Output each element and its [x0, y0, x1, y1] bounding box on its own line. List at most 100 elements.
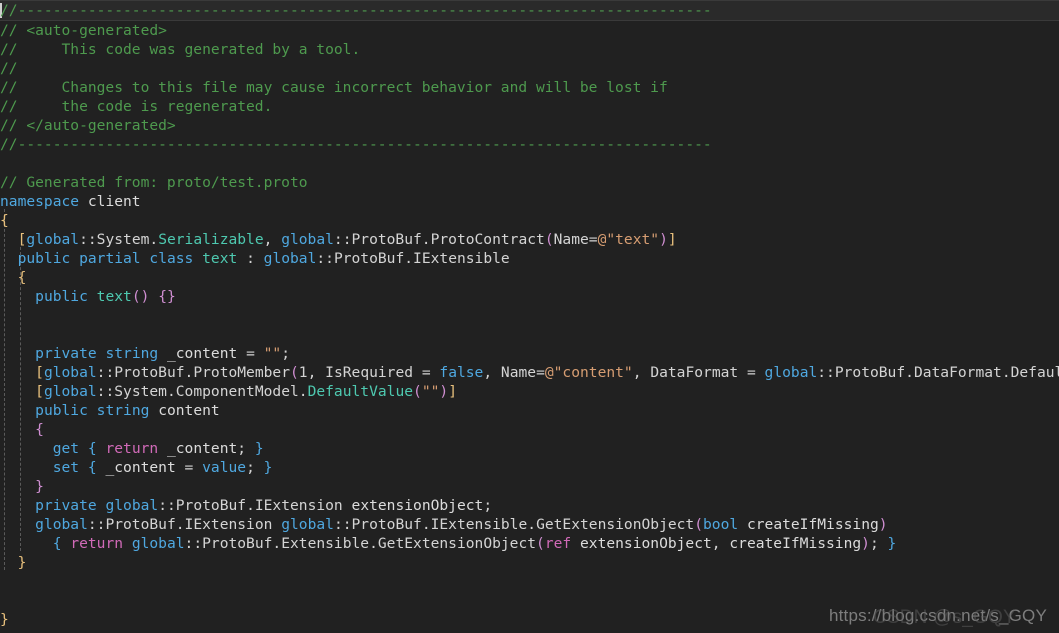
token: :: [333, 516, 352, 533]
token: { [158, 288, 168, 305]
code-line-26[interactable]: } [0, 477, 1059, 496]
token: GetExtensionObject [377, 535, 537, 552]
code-lines[interactable]: //--------------------------------------… [0, 0, 1059, 629]
code-line-32[interactable] [0, 591, 1059, 610]
token: ; [281, 345, 291, 362]
code-line-33[interactable]: } [0, 610, 1059, 629]
token: //--------------------------------------… [0, 2, 712, 19]
token: . [404, 250, 414, 267]
code-line-20[interactable]: [global::ProtoBuf.ProtoMember(1, IsRequi… [0, 363, 1059, 382]
code-line-8[interactable]: //--------------------------------------… [0, 135, 1059, 154]
code-line-3[interactable]: // This code was generated by a tool. [0, 40, 1059, 59]
code-line-24[interactable]: get { return _content; } [0, 439, 1059, 458]
token: , [307, 364, 326, 381]
code-line-18[interactable] [0, 325, 1059, 344]
token: : [237, 250, 264, 267]
token: // [0, 60, 18, 77]
code-line-16[interactable]: public text() {} [0, 287, 1059, 306]
code-line-9[interactable] [0, 154, 1059, 173]
token: ) [439, 383, 449, 400]
code-line-12[interactable]: { [0, 211, 1059, 230]
token: ( [694, 516, 704, 533]
code-line-1[interactable]: //--------------------------------------… [0, 0, 1059, 21]
code-line-4[interactable]: // [0, 59, 1059, 78]
token: set [52, 459, 80, 476]
token: partial [79, 250, 141, 267]
token: IExtensible [430, 516, 528, 533]
token: [ [35, 364, 44, 381]
token: ProtoMember [193, 364, 290, 381]
token: , [483, 364, 501, 381]
token: { [87, 459, 97, 476]
token: :: [96, 364, 115, 381]
code-line-25[interactable]: set { _content = value; } [0, 458, 1059, 477]
code-line-11[interactable]: namespace client [0, 192, 1059, 211]
token: IExtension [254, 497, 343, 514]
token: . [166, 383, 176, 400]
token: IExtension [184, 516, 273, 533]
code-line-19[interactable]: private string _content = ""; [0, 344, 1059, 363]
code-editor[interactable]: //--------------------------------------… [0, 0, 1059, 633]
code-line-2[interactable]: // <auto-generated> [0, 21, 1059, 40]
code-line-30[interactable]: } [0, 553, 1059, 572]
code-line-13[interactable]: [global::System.Serializable, global::Pr… [0, 230, 1059, 249]
token: ] [448, 383, 457, 400]
token: :: [158, 497, 176, 514]
token: createIfMissing [746, 516, 879, 533]
token: [ [35, 383, 44, 400]
token: { [35, 421, 44, 438]
token: , [263, 231, 282, 248]
code-line-22[interactable]: public string content [0, 401, 1059, 420]
token: :: [817, 364, 835, 381]
token: client [87, 193, 141, 210]
token: Extensible [281, 535, 370, 552]
token: } [263, 459, 273, 476]
token: ; [246, 459, 264, 476]
token: ComponentModel [175, 383, 299, 400]
code-line-23[interactable]: { [0, 420, 1059, 439]
token: } [887, 535, 897, 552]
token: } [0, 611, 9, 628]
token: string [96, 402, 150, 419]
code-line-27[interactable]: private global::ProtoBuf.IExtension exte… [0, 496, 1059, 515]
token: . [421, 231, 431, 248]
token: . [369, 535, 378, 552]
token: :: [316, 250, 334, 267]
token: ProtoBuf [351, 516, 422, 533]
token: , [711, 535, 730, 552]
code-line-10[interactable]: // Generated from: proto/test.proto [0, 173, 1059, 192]
token: _content [105, 459, 176, 476]
token: = [738, 364, 765, 381]
code-content[interactable]: //--------------------------------------… [0, 0, 1059, 629]
token: = [175, 459, 203, 476]
token: . [149, 231, 159, 248]
token: private [35, 497, 97, 514]
token: text [96, 288, 132, 305]
token: value [202, 459, 247, 476]
code-line-14[interactable]: public partial class text : global::Prot… [0, 249, 1059, 268]
code-line-17[interactable] [0, 306, 1059, 325]
token: Serializable [158, 231, 264, 248]
code-line-15[interactable]: { [0, 268, 1059, 287]
token: = [237, 345, 264, 362]
code-line-5[interactable]: // Changes to this file may cause incorr… [0, 78, 1059, 97]
token: :: [87, 516, 106, 533]
token: public [35, 288, 88, 305]
code-line-21[interactable]: [global::System.ComponentModel.DefaultVa… [0, 382, 1059, 401]
code-line-6[interactable]: // the code is regenerated. [0, 97, 1059, 116]
code-line-28[interactable]: global::ProtoBuf.IExtension global::Prot… [0, 515, 1059, 534]
code-line-7[interactable]: // </auto-generated> [0, 116, 1059, 135]
code-line-31[interactable] [0, 572, 1059, 591]
code-line-29[interactable]: { return global::ProtoBuf.Extensible.Get… [0, 534, 1059, 553]
